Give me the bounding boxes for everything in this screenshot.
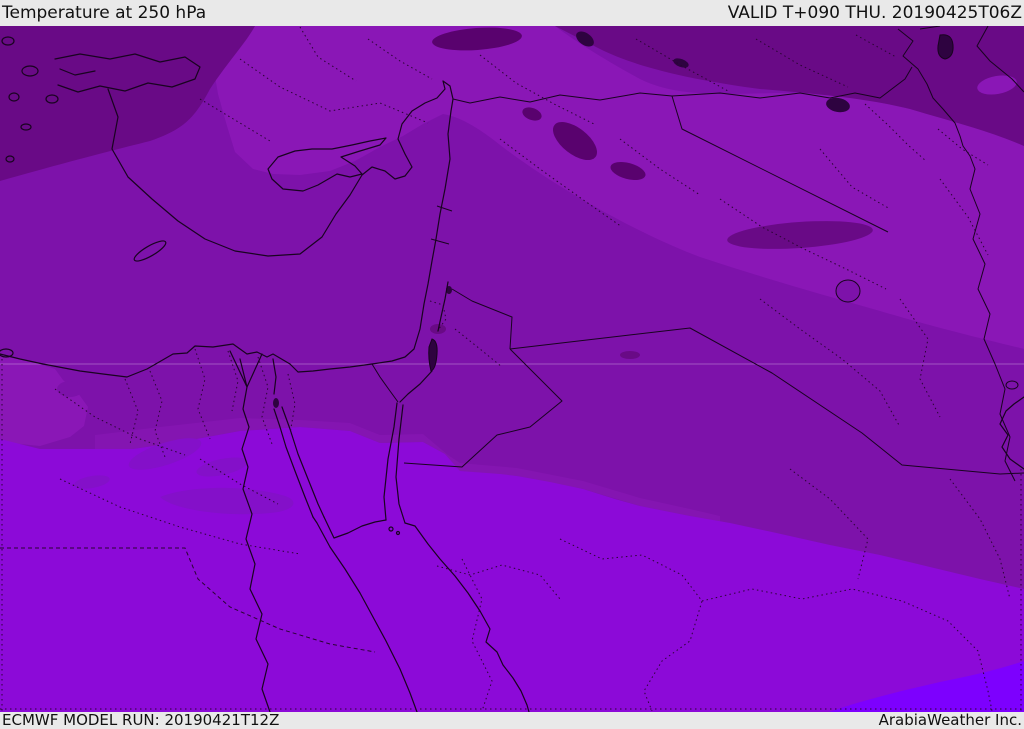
temperature-map-canvas bbox=[0, 26, 1024, 712]
valid-time-label: VALID T+090 THU. 20190425T06Z bbox=[727, 2, 1022, 23]
cold-pocket-jordan bbox=[620, 351, 640, 359]
weather-map bbox=[0, 26, 1024, 712]
map-title: Temperature at 250 hPa bbox=[2, 2, 207, 23]
footer-bar: ECMWF MODEL RUN: 20190421T12Z ArabiaWeat… bbox=[0, 712, 1024, 729]
attribution-label: ArabiaWeather Inc. bbox=[878, 711, 1022, 729]
model-run-label: ECMWF MODEL RUN: 20190421T12Z bbox=[2, 711, 280, 729]
bitter-lakes bbox=[273, 398, 279, 408]
lake-tharthar bbox=[835, 279, 861, 303]
temp-mid-hole bbox=[57, 381, 83, 397]
temperature-fill-layers bbox=[0, 26, 1024, 712]
marsh-lake bbox=[1005, 380, 1019, 390]
header-bar: Temperature at 250 hPa VALID T+090 THU. … bbox=[0, 0, 1024, 26]
lake-urmia bbox=[937, 34, 954, 60]
